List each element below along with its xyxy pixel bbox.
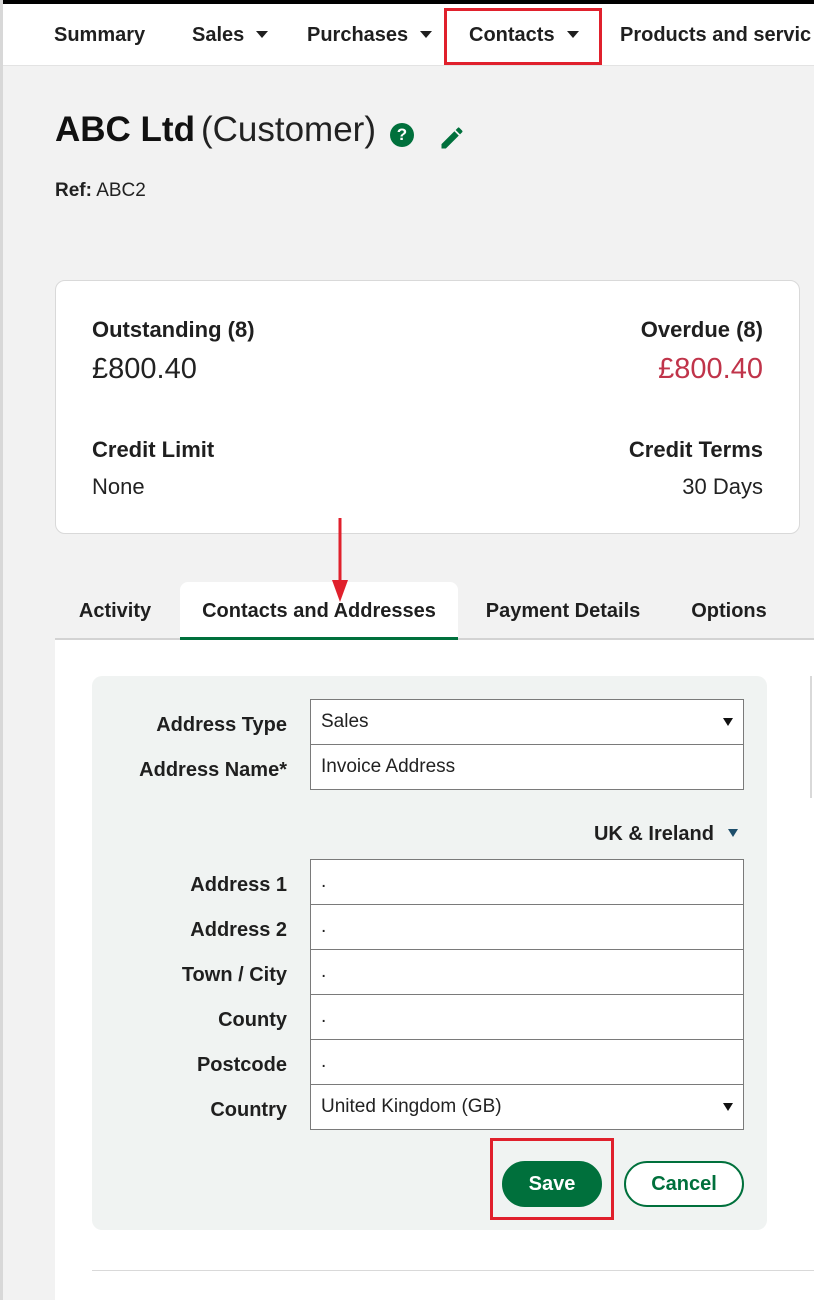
address2-input[interactable]: .: [310, 904, 744, 950]
region-label: UK & Ireland: [593, 823, 714, 845]
county-label: County: [218, 1009, 287, 1031]
ref-label: Ref:: [55, 180, 92, 201]
address1-label: Address 1: [190, 874, 287, 896]
chevron-down-icon: [723, 1103, 733, 1111]
postcode-label: Postcode: [196, 1054, 287, 1076]
nav-products-label: Products and servic: [620, 24, 812, 46]
address-type-label: Address Type: [156, 714, 287, 736]
save-button[interactable]: Save: [502, 1161, 602, 1207]
country-value: United Kingdom (GB): [321, 1096, 502, 1117]
chevron-down-icon: [420, 31, 433, 38]
address1-input[interactable]: .: [310, 859, 744, 905]
outstanding-label: Outstanding (8): [92, 317, 255, 342]
contact-type: (Customer): [200, 110, 376, 149]
outstanding-value: £800.40: [92, 353, 197, 385]
tab-payment-details[interactable]: Payment Details: [471, 582, 655, 640]
nav-summary-label: Summary: [54, 24, 146, 46]
tab-contacts-and-addresses[interactable]: Contacts and Addresses: [180, 582, 458, 640]
left-edge: [0, 0, 3, 1300]
account-summary-card: Outstanding (8) £800.40 Overdue (8) £800…: [55, 280, 800, 534]
region-selector[interactable]: UK & Ireland: [594, 823, 738, 846]
nav-purchases[interactable]: Purchases: [307, 4, 433, 65]
country-select[interactable]: United Kingdom (GB): [310, 1084, 744, 1130]
nav-sales-label: Sales: [192, 24, 245, 46]
chevron-down-icon: [728, 829, 738, 837]
tab-activity[interactable]: Activity: [55, 582, 175, 640]
address2-label: Address 2: [190, 919, 287, 941]
reference: Ref: ABC2: [55, 180, 146, 202]
nav-sales[interactable]: Sales: [192, 4, 269, 65]
nav-summary[interactable]: Summary: [54, 4, 146, 65]
tab-contacts-label: Contacts and Addresses: [202, 600, 436, 622]
tab-options[interactable]: Options: [680, 582, 778, 640]
credit-limit-label: Credit Limit: [92, 437, 215, 462]
help-icon[interactable]: ?: [390, 123, 414, 147]
page-title: ABC Ltd (Customer): [55, 110, 376, 156]
contact-tabs: Activity Contacts and Addresses Payment …: [55, 582, 814, 640]
tab-activity-label: Activity: [78, 600, 152, 622]
tab-options-label: Options: [691, 600, 767, 622]
credit-terms-label: Credit Terms: [628, 437, 763, 462]
cancel-button[interactable]: Cancel: [624, 1161, 744, 1207]
chevron-down-icon: [566, 31, 579, 38]
town-label: Town / City: [181, 964, 287, 986]
chevron-down-icon: [723, 718, 733, 726]
chevron-down-icon: [256, 31, 269, 38]
address-type-value: Sales: [321, 711, 369, 732]
overdue-label: Overdue (8): [640, 317, 763, 342]
ref-value: ABC2: [96, 180, 146, 201]
county-input[interactable]: .: [310, 994, 744, 1040]
country-label: Country: [210, 1099, 287, 1121]
nav-contacts[interactable]: Contacts: [469, 4, 579, 65]
pencil-icon[interactable]: [438, 124, 466, 152]
credit-terms-value: 30 Days: [682, 474, 763, 499]
credit-limit-value: None: [92, 474, 145, 499]
top-nav: Summary Sales Purchases Contacts Product…: [3, 4, 814, 66]
adjacent-panel-edge: [810, 676, 814, 798]
address-type-select[interactable]: Sales: [310, 699, 744, 745]
tab-payment-label: Payment Details: [485, 600, 641, 622]
nav-purchases-label: Purchases: [307, 24, 409, 46]
town-input[interactable]: .: [310, 949, 744, 995]
divider: [92, 1270, 814, 1271]
address-name-label: Address Name*: [139, 759, 287, 781]
contact-name: ABC Ltd: [55, 110, 195, 149]
address-name-input[interactable]: Invoice Address: [310, 744, 744, 790]
overdue-value: £800.40: [658, 353, 763, 385]
nav-contacts-label: Contacts: [469, 24, 555, 46]
postcode-input[interactable]: .: [310, 1039, 744, 1085]
annotation-arrow: [332, 518, 348, 602]
nav-products-and-services[interactable]: Products and servic: [620, 4, 812, 65]
